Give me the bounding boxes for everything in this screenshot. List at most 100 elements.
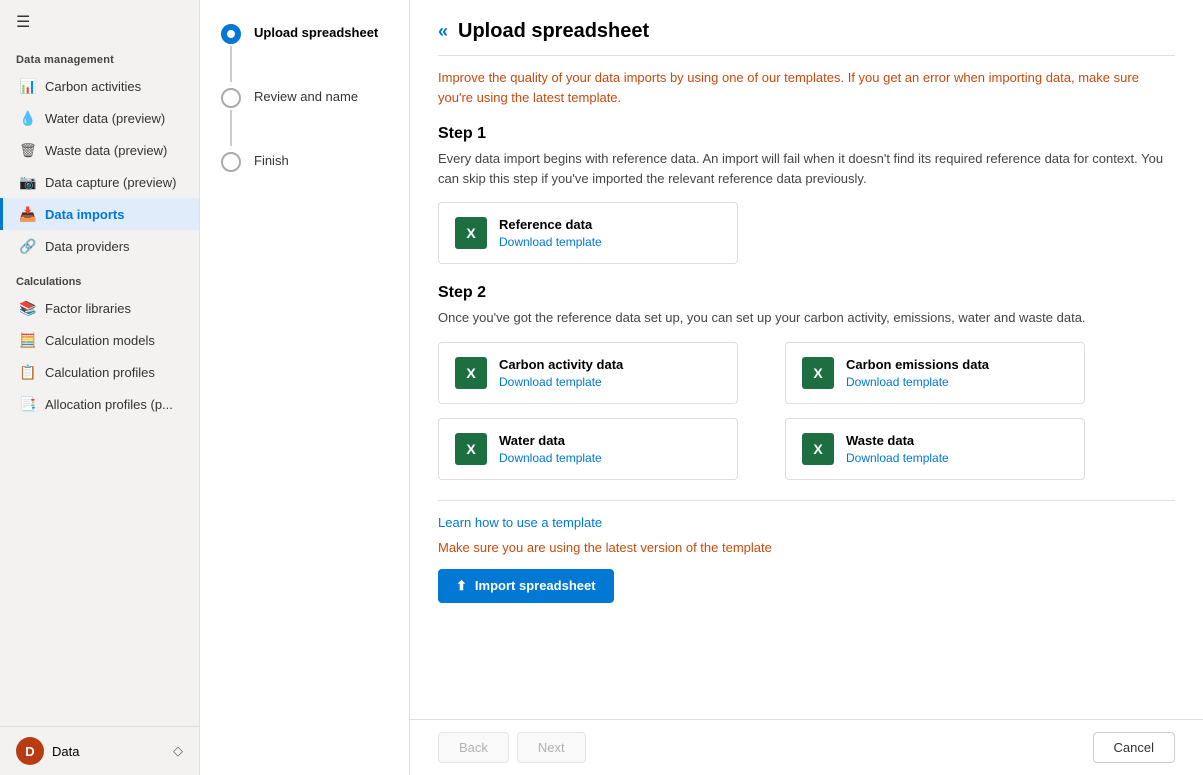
calculations-section-label: Calculations bbox=[0, 262, 199, 292]
excel-icon-carbon-emissions: X bbox=[802, 357, 834, 389]
factor-libraries-icon: 📚 bbox=[19, 299, 37, 317]
sidebar-item-water-data[interactable]: 💧 Water data (preview) bbox=[0, 102, 199, 134]
step-circle-upload bbox=[221, 24, 241, 44]
reference-download-link[interactable]: Download template bbox=[499, 235, 602, 249]
reference-card-title: Reference data bbox=[499, 217, 602, 232]
step-connector-finish bbox=[220, 152, 242, 172]
water-card-text: Water data Download template bbox=[499, 433, 602, 465]
allocation-profiles-icon: 📑 bbox=[19, 395, 37, 413]
step1-cards: X Reference data Download template bbox=[438, 202, 1175, 264]
user-info: D Data bbox=[16, 737, 79, 765]
water-card-title: Water data bbox=[499, 433, 602, 448]
reference-card-text: Reference data Download template bbox=[499, 217, 602, 249]
carbon-emissions-download-link[interactable]: Download template bbox=[846, 375, 989, 389]
waste-card-title: Waste data bbox=[846, 433, 949, 448]
warning-text: Make sure you are using the latest versi… bbox=[438, 540, 1175, 555]
back-arrow-icon[interactable]: « bbox=[438, 21, 448, 42]
water-download-link[interactable]: Download template bbox=[499, 451, 602, 465]
sidebar-item-label: Data imports bbox=[45, 207, 124, 222]
main-content: « Upload spreadsheet Improve the quality… bbox=[410, 0, 1203, 775]
step2-description: Once you've got the reference data set u… bbox=[438, 308, 1175, 328]
chevron-icon: ◇ bbox=[173, 743, 183, 759]
avatar: D bbox=[16, 737, 44, 765]
calculation-profiles-icon: 📋 bbox=[19, 363, 37, 381]
step-circle-review bbox=[221, 88, 241, 108]
import-btn-label: Import spreadsheet bbox=[475, 578, 596, 593]
sidebar-bottom[interactable]: D Data ◇ bbox=[0, 726, 199, 775]
step-label-upload: Upload spreadsheet bbox=[254, 24, 378, 40]
step2-cards-grid: X Carbon activity data Download template… bbox=[438, 342, 1118, 480]
sidebar-item-calculation-profiles[interactable]: 📋 Calculation profiles bbox=[0, 356, 199, 388]
step2-title: Step 2 bbox=[438, 284, 1175, 302]
page-title: Upload spreadsheet bbox=[458, 20, 649, 43]
sidebar-item-allocation-profiles[interactable]: 📑 Allocation profiles (p... bbox=[0, 388, 199, 420]
step-line-1 bbox=[230, 46, 232, 82]
carbon-activity-card-title: Carbon activity data bbox=[499, 357, 623, 372]
sidebar-item-calculation-models[interactable]: 🧮 Calculation models bbox=[0, 324, 199, 356]
info-banner: Improve the quality of your data imports… bbox=[438, 68, 1175, 107]
carbon-activity-card-text: Carbon activity data Download template bbox=[499, 357, 623, 389]
step-circle-finish bbox=[221, 152, 241, 172]
sidebar-item-waste-data[interactable]: 🗑 Waste data (preview) bbox=[0, 134, 199, 166]
step-label-review: Review and name bbox=[254, 88, 358, 104]
main-footer: Back Next Cancel bbox=[410, 719, 1203, 775]
waste-download-link[interactable]: Download template bbox=[846, 451, 949, 465]
step-row-upload: Upload spreadsheet bbox=[220, 24, 389, 84]
next-button[interactable]: Next bbox=[517, 732, 586, 763]
carbon-emissions-card[interactable]: X Carbon emissions data Download templat… bbox=[785, 342, 1085, 404]
user-label: Data bbox=[52, 744, 79, 759]
carbon-activity-download-link[interactable]: Download template bbox=[499, 375, 623, 389]
data-capture-icon: 📷 bbox=[19, 173, 37, 191]
sidebar-item-label: Calculation models bbox=[45, 333, 155, 348]
carbon-emissions-card-title: Carbon emissions data bbox=[846, 357, 989, 372]
waste-data-card[interactable]: X Waste data Download template bbox=[785, 418, 1085, 480]
data-management-section-label: Data management bbox=[0, 44, 199, 70]
reference-data-card[interactable]: X Reference data Download template bbox=[438, 202, 738, 264]
import-spreadsheet-button[interactable]: ⬆ Import spreadsheet bbox=[438, 569, 614, 603]
sidebar-item-label: Factor libraries bbox=[45, 301, 131, 316]
section-divider bbox=[438, 500, 1175, 501]
step-line-2 bbox=[230, 110, 232, 146]
page-header: « Upload spreadsheet bbox=[438, 20, 1175, 56]
step-row-finish: Finish bbox=[220, 152, 389, 172]
step-connector-upload bbox=[220, 24, 242, 84]
step-connector-review bbox=[220, 88, 242, 148]
carbon-activity-card[interactable]: X Carbon activity data Download template bbox=[438, 342, 738, 404]
waste-data-icon: 🗑 bbox=[19, 141, 37, 159]
import-icon: ⬆ bbox=[456, 578, 467, 594]
sidebar: ☰ Data management 📊 Carbon activities 💧 … bbox=[0, 0, 200, 775]
step1-title: Step 1 bbox=[438, 125, 1175, 143]
main-body: « Upload spreadsheet Improve the quality… bbox=[410, 0, 1203, 719]
sidebar-item-data-providers[interactable]: 🔗 Data providers bbox=[0, 230, 199, 262]
sidebar-item-label: Carbon activities bbox=[45, 79, 141, 94]
waste-card-text: Waste data Download template bbox=[846, 433, 949, 465]
step-label-finish: Finish bbox=[254, 152, 289, 168]
excel-icon-water: X bbox=[455, 433, 487, 465]
water-data-icon: 💧 bbox=[19, 109, 37, 127]
learn-link[interactable]: Learn how to use a template bbox=[438, 515, 1175, 530]
stepper-panel: Upload spreadsheet Review and name Finis… bbox=[200, 0, 410, 775]
calculation-models-icon: 🧮 bbox=[19, 331, 37, 349]
sidebar-item-label: Water data (preview) bbox=[45, 111, 165, 126]
sidebar-item-carbon-activities[interactable]: 📊 Carbon activities bbox=[0, 70, 199, 102]
step-row-review: Review and name bbox=[220, 88, 389, 148]
carbon-emissions-card-text: Carbon emissions data Download template bbox=[846, 357, 989, 389]
sidebar-item-label: Data providers bbox=[45, 239, 130, 254]
cancel-button[interactable]: Cancel bbox=[1093, 732, 1175, 763]
sidebar-item-data-capture[interactable]: 📷 Data capture (preview) bbox=[0, 166, 199, 198]
sidebar-item-data-imports[interactable]: 📥 Data imports bbox=[0, 198, 199, 230]
sidebar-item-label: Allocation profiles (p... bbox=[45, 397, 173, 412]
data-providers-icon: 🔗 bbox=[19, 237, 37, 255]
water-data-card[interactable]: X Water data Download template bbox=[438, 418, 738, 480]
sidebar-item-label: Data capture (preview) bbox=[45, 175, 177, 190]
sidebar-item-label: Waste data (preview) bbox=[45, 143, 167, 158]
hamburger-icon[interactable]: ☰ bbox=[0, 0, 199, 44]
sidebar-item-factor-libraries[interactable]: 📚 Factor libraries bbox=[0, 292, 199, 324]
excel-icon-waste: X bbox=[802, 433, 834, 465]
back-button[interactable]: Back bbox=[438, 732, 509, 763]
sidebar-item-label: Calculation profiles bbox=[45, 365, 155, 380]
data-imports-icon: 📥 bbox=[19, 205, 37, 223]
step1-description: Every data import begins with reference … bbox=[438, 149, 1175, 188]
excel-icon-reference: X bbox=[455, 217, 487, 249]
carbon-activities-icon: 📊 bbox=[19, 77, 37, 95]
